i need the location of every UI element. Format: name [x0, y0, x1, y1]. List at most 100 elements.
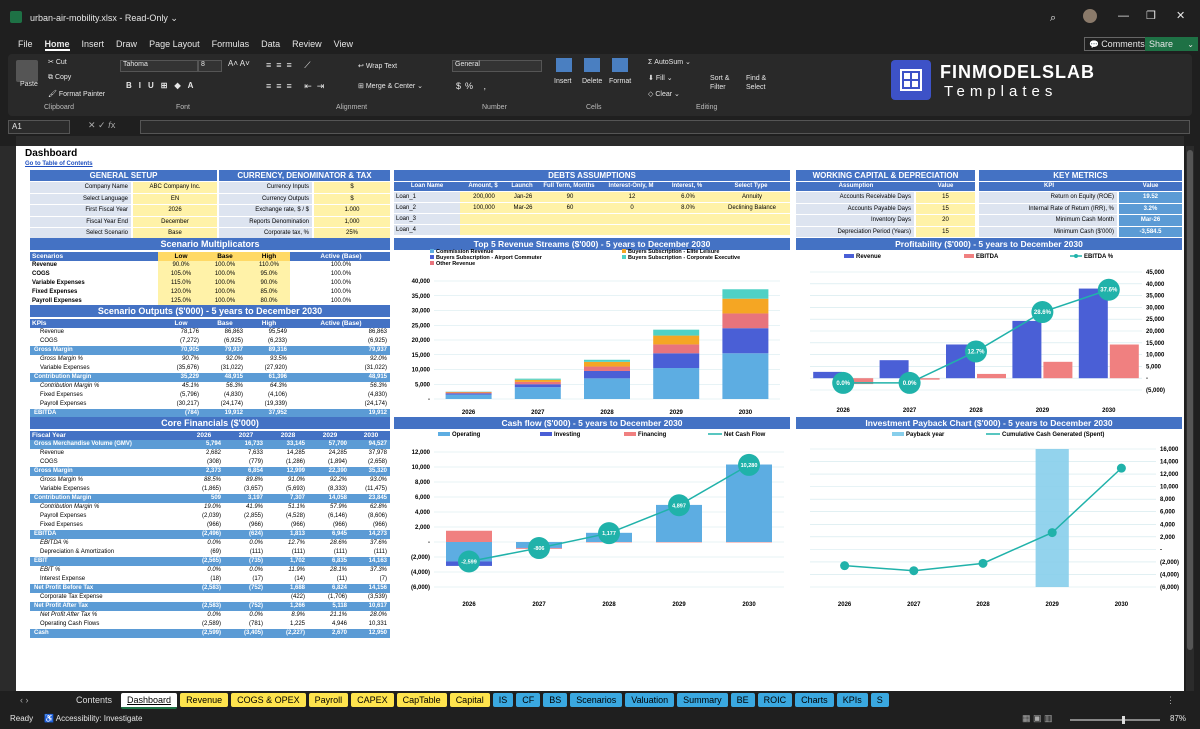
minimize-icon[interactable]: —	[1118, 10, 1129, 22]
menu-draw[interactable]: Draw	[116, 39, 137, 51]
accessibility-status[interactable]: ♿ Accessibility: Investigate	[44, 714, 142, 723]
cell[interactable]	[600, 225, 662, 235]
menu-file[interactable]: File	[18, 39, 33, 51]
find-select-button[interactable]: Find & Select	[746, 74, 780, 92]
cell[interactable]: 0	[600, 203, 662, 213]
tab-cf[interactable]: CF	[516, 693, 541, 707]
tab-roic[interactable]: ROIC	[757, 693, 793, 707]
cell[interactable]: Loan_3	[394, 214, 460, 224]
format-cells-button[interactable]: Format	[609, 78, 631, 85]
align-top-icons[interactable]: ≡≡≡ ⟋	[266, 60, 316, 71]
cell[interactable]: 60	[538, 203, 600, 213]
name-box[interactable]: A1	[8, 120, 70, 134]
cell[interactable]: 8.0%	[662, 203, 712, 213]
cell[interactable]	[662, 214, 712, 224]
delete-cells-icon[interactable]	[584, 58, 600, 72]
tab-is[interactable]: IS	[492, 693, 514, 707]
tab-cogs-opex[interactable]: COGS & OPEX	[231, 693, 306, 707]
font-name-select[interactable]: Tahoma	[120, 60, 198, 72]
cell[interactable]: Jan-26	[506, 192, 538, 202]
tab-valuation[interactable]: Valuation	[625, 693, 675, 707]
worksheet[interactable]: Dashboard Go to Table of Contents GENERA…	[16, 146, 1184, 691]
tab-s[interactable]: S	[870, 693, 889, 707]
fx-icon[interactable]: ✕ ✓ 𝑓x	[88, 120, 115, 131]
number-format-icons[interactable]: $% ,	[456, 81, 490, 91]
row-value[interactable]: 25%	[314, 228, 390, 239]
tab-capital[interactable]: Capital	[449, 693, 490, 707]
cell[interactable]	[712, 214, 790, 224]
cell[interactable]	[460, 214, 506, 224]
menu-formulas[interactable]: Formulas	[212, 39, 250, 51]
cell[interactable]: 12	[600, 192, 662, 202]
tab-dashboard[interactable]: Dashboard	[121, 693, 178, 709]
cell[interactable]: 6.0%	[662, 192, 712, 202]
tab-charts[interactable]: Charts	[795, 693, 834, 707]
cell[interactable]: 200,000	[460, 192, 506, 202]
tab-payroll[interactable]: Payroll	[308, 693, 349, 707]
tab-be[interactable]: BE	[730, 693, 755, 707]
delete-cells-button[interactable]: Delete	[582, 78, 602, 85]
menu-review[interactable]: Review	[292, 39, 322, 51]
search-icon[interactable]: ⌕	[1050, 12, 1056, 25]
insert-cells-button[interactable]: Insert	[554, 78, 572, 85]
menu-data[interactable]: Data	[261, 39, 280, 51]
cell[interactable]: Declining Balance	[712, 203, 790, 213]
paste-icon[interactable]	[16, 60, 38, 82]
font-grow-icon[interactable]: A˄ A˅	[228, 59, 250, 68]
row-value[interactable]: $	[314, 182, 390, 193]
tab-kpis[interactable]: KPIs	[836, 693, 868, 707]
menu-insert[interactable]: Insert	[82, 39, 105, 51]
clear-button[interactable]: ◇ Clear ⌄	[648, 90, 680, 98]
row-value[interactable]: Base	[133, 228, 217, 239]
cell[interactable]: Annuity	[712, 192, 790, 202]
fill-button[interactable]: ⬇ Fill ⌄	[648, 74, 673, 82]
tab-capex[interactable]: CAPEX	[351, 693, 394, 707]
view-mode-icons[interactable]: ▦ ▣ ▥	[1022, 713, 1053, 724]
cell[interactable]	[538, 225, 600, 235]
avatar[interactable]	[1083, 9, 1097, 23]
tab-bs[interactable]: BS	[543, 693, 568, 707]
format-painter-button[interactable]: 🖌 Format Painter	[48, 90, 105, 98]
insert-cells-icon[interactable]	[556, 58, 572, 72]
tab-captable[interactable]: CapTable	[396, 693, 447, 707]
cell[interactable]: Loan_2	[394, 203, 460, 213]
menu-page-layout[interactable]: Page Layout	[149, 39, 200, 51]
share-button[interactable]: Share ⌄	[1145, 37, 1198, 51]
align-horizontal-icons[interactable]: ≡≡≡ ⇤⇥	[266, 81, 329, 92]
cell[interactable]	[538, 214, 600, 224]
cell[interactable]	[600, 214, 662, 224]
row-value[interactable]: ABC Company Inc.	[133, 182, 217, 193]
font-style-buttons[interactable]: BIU⊞◆A	[126, 81, 200, 90]
row-value[interactable]: 15	[916, 192, 975, 203]
format-cells-icon[interactable]	[612, 58, 628, 72]
cell[interactable]	[712, 225, 790, 235]
autosum-button[interactable]: Σ AutoSum ⌄	[648, 58, 691, 66]
cell[interactable]: Loan_1	[394, 192, 460, 202]
tab-summary[interactable]: Summary	[677, 693, 728, 707]
row-value[interactable]: 1.000	[314, 205, 390, 216]
cell[interactable]: Mar-26	[506, 203, 538, 213]
row-value[interactable]: $	[314, 193, 390, 204]
number-format-select[interactable]: General	[452, 60, 542, 72]
font-size-select[interactable]: 8	[198, 60, 222, 72]
copy-button[interactable]: ⧉ Copy	[48, 74, 71, 82]
toc-link[interactable]: Go to Table of Contents	[25, 161, 93, 167]
cell[interactable]: 100,000	[460, 203, 506, 213]
cell[interactable]: 90	[538, 192, 600, 202]
merge-center-button[interactable]: ⊞ Merge & Center ⌄	[358, 82, 423, 90]
zoom-slider[interactable]	[1070, 716, 1160, 724]
cell[interactable]	[460, 225, 506, 235]
row-value[interactable]: 15	[916, 226, 975, 237]
tab-nav-icons[interactable]: ‹ ›	[20, 695, 29, 705]
row-value[interactable]: 15	[916, 203, 975, 214]
cell[interactable]	[506, 225, 538, 235]
cell[interactable]: Loan_4	[394, 225, 460, 235]
row-value[interactable]: December	[133, 216, 217, 227]
wrap-text-button[interactable]: ↩ Wrap Text	[358, 62, 397, 70]
paste-button[interactable]: Paste	[20, 81, 38, 88]
sort-filter-button[interactable]: Sort & Filter	[710, 74, 746, 92]
formula-input[interactable]	[140, 120, 1190, 134]
menu-view[interactable]: View	[334, 39, 353, 51]
tab-scenarios[interactable]: Scenarios	[570, 693, 623, 707]
menu-home[interactable]: Home	[44, 39, 70, 51]
